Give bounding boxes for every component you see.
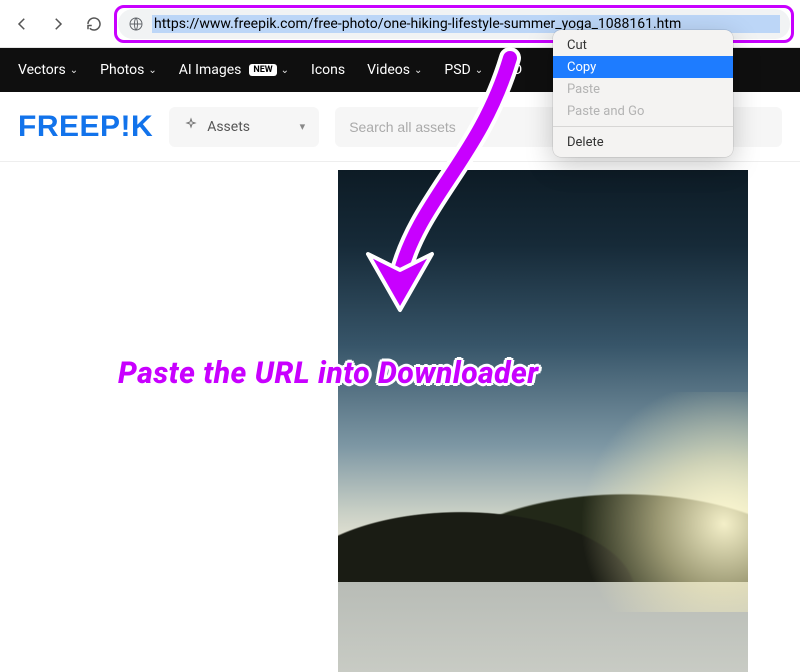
nav-label: AI Images (179, 62, 242, 78)
globe-icon (128, 16, 144, 32)
forward-icon (49, 15, 67, 33)
photo-preview[interactable] (338, 170, 748, 672)
chevron-down-icon: ⌄ (70, 65, 78, 76)
ctx-paste-go: Paste and Go (553, 100, 733, 122)
nav-item-psd[interactable]: PSD ⌄ (444, 62, 483, 78)
assets-label: Assets (207, 119, 250, 135)
chevron-down-icon: ▾ (300, 120, 306, 133)
chevron-down-icon: ⌄ (414, 65, 422, 76)
nav-item-photos[interactable]: Photos ⌄ (100, 62, 157, 78)
forward-button[interactable] (44, 10, 72, 38)
nav-label: Videos (367, 62, 410, 78)
ctx-copy[interactable]: Copy (553, 56, 733, 78)
context-menu: Cut Copy Paste Paste and Go Delete (553, 30, 733, 157)
chevron-down-icon: ⌄ (148, 65, 156, 76)
nav-label: 3D (505, 62, 522, 78)
nav-item-icons[interactable]: Icons (311, 62, 345, 78)
nav-label: Photos (100, 62, 144, 78)
ctx-cut[interactable]: Cut (553, 34, 733, 56)
ctx-paste: Paste (553, 78, 733, 100)
nav-label: Vectors (18, 62, 66, 78)
nav-item-vectors[interactable]: Vectors ⌄ (18, 62, 78, 78)
reload-button[interactable] (80, 10, 108, 38)
reload-icon (85, 15, 103, 33)
ctx-separator (553, 126, 733, 127)
nav-item-3d[interactable]: 3D (505, 62, 522, 78)
new-badge: NEW (249, 64, 276, 76)
nav-label: PSD (444, 62, 470, 78)
back-icon (13, 15, 31, 33)
chevron-down-icon: ⌄ (475, 65, 483, 76)
photo-detail-hills (338, 482, 748, 592)
back-button[interactable] (8, 10, 36, 38)
sparkle-icon (183, 117, 199, 137)
ctx-delete[interactable]: Delete (553, 131, 733, 153)
freepik-logo[interactable]: FREEP!K (18, 110, 153, 144)
nav-item-ai-images[interactable]: AI Images NEW ⌄ (179, 62, 289, 78)
nav-label: Icons (311, 62, 345, 78)
assets-dropdown[interactable]: Assets ▾ (169, 107, 319, 147)
nav-item-videos[interactable]: Videos ⌄ (367, 62, 422, 78)
chevron-down-icon: ⌄ (281, 65, 289, 76)
photo-detail-water (338, 582, 748, 672)
